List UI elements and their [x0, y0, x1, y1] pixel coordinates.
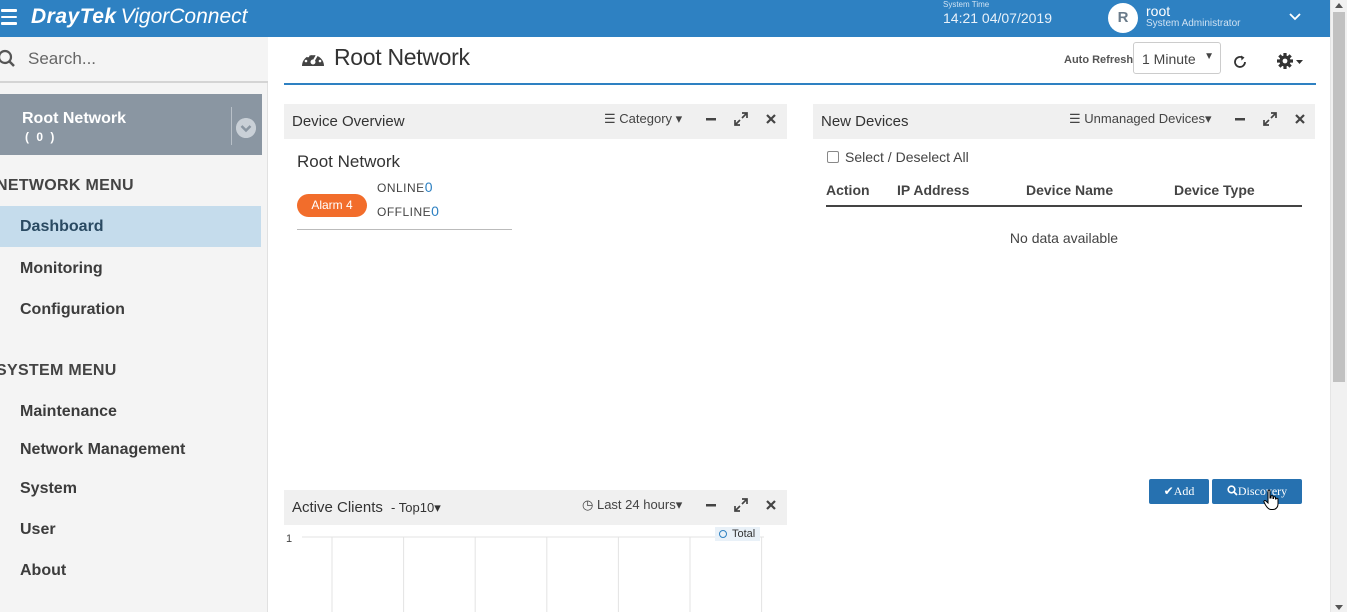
legend-label-total: Total	[732, 528, 756, 540]
search-bar	[0, 37, 268, 83]
system-time-caption: System Time	[943, 0, 990, 9]
sidebar-item-maintenance[interactable]: Maintenance	[0, 391, 261, 432]
root-network-count: ( 0 )	[25, 130, 57, 144]
system-menu-heading: SYSTEM MENU	[0, 362, 117, 379]
close-icon[interactable]	[1293, 112, 1307, 126]
dashboard-icon	[302, 52, 324, 66]
online-count[interactable]: 0	[425, 179, 433, 195]
auto-refresh-select[interactable]: 1 Minute ▼	[1133, 42, 1221, 74]
hamburger-menu-icon[interactable]	[1, 9, 17, 27]
column-header-device-name[interactable]: Device Name	[1026, 182, 1113, 198]
column-header-device-type[interactable]: Device Type	[1174, 182, 1255, 198]
auto-refresh-value: 1 Minute	[1142, 51, 1196, 67]
select-all-checkbox[interactable]	[827, 151, 839, 163]
legend-marker-icon	[719, 530, 727, 538]
online-status: ONLINE0	[377, 179, 433, 195]
divider	[297, 229, 512, 230]
hand-cursor-icon	[1263, 489, 1279, 510]
close-icon[interactable]	[764, 112, 778, 126]
top-bar: DrayTek VigorConnect System Time 14:21 04…	[0, 0, 1330, 37]
search-icon	[1227, 485, 1238, 496]
column-header-action[interactable]: Action	[826, 182, 870, 198]
category-dropdown[interactable]: ☰ Category ▾	[604, 111, 682, 127]
time-range-dropdown[interactable]: ◷ Last 24 hours▾	[582, 497, 682, 513]
add-button[interactable]: ✔Add	[1149, 479, 1209, 504]
sidebar-item-user[interactable]: User	[0, 509, 261, 550]
alarm-badge[interactable]: Alarm 4	[297, 194, 367, 217]
app-logo: DrayTek VigorConnect	[31, 5, 247, 29]
sidebar-item-dashboard[interactable]: Dashboard	[0, 206, 261, 247]
new-devices-title: New Devices	[821, 113, 909, 130]
sidebar-item-network-management[interactable]: Network Management	[0, 429, 261, 470]
unmanaged-devices-dropdown[interactable]: ☰ Unmanaged Devices▾	[1069, 111, 1212, 127]
clock-icon: ◷	[582, 497, 594, 512]
offline-label: OFFLINE	[377, 205, 432, 219]
expand-icon[interactable]	[734, 498, 748, 512]
chevron-down-icon[interactable]	[236, 118, 256, 138]
network-name: Root Network	[297, 152, 400, 171]
select-all-label: Select / Deselect All	[845, 149, 969, 165]
page-title: Root Network	[334, 44, 470, 70]
active-clients-label: Active Clients	[292, 499, 383, 516]
search-input[interactable]	[28, 46, 253, 72]
table-header-divider	[826, 205, 1302, 207]
sidebar: Root Network ( 0 ) NETWORK MENU Dashboar…	[0, 37, 268, 612]
active-clients-chart: 1	[286, 533, 764, 612]
device-overview-header: Device Overview ☰ Category ▾	[284, 104, 787, 139]
divider	[231, 107, 232, 145]
gear-icon[interactable]	[1276, 52, 1304, 70]
expand-icon[interactable]	[1263, 112, 1277, 126]
expand-icon[interactable]	[734, 112, 748, 126]
avatar[interactable]: R	[1108, 3, 1138, 33]
sidebar-item-configuration[interactable]: Configuration	[0, 289, 261, 330]
minimize-icon[interactable]	[1233, 112, 1247, 126]
header-divider	[284, 83, 1316, 85]
column-header-ip-address[interactable]: IP Address	[897, 182, 969, 198]
active-clients-header: Active Clients - Top10▾ ◷ Last 24 hours▾	[284, 490, 787, 525]
page-scrollbar[interactable]	[1330, 0, 1347, 612]
top10-dropdown-label: - Top10	[391, 500, 435, 515]
auto-refresh-label: Auto Refresh:	[1064, 54, 1137, 66]
minimize-icon[interactable]	[704, 498, 718, 512]
sidebar-item-monitoring[interactable]: Monitoring	[0, 248, 261, 289]
sidebar-item-about[interactable]: About	[0, 550, 261, 591]
offline-count[interactable]: 0	[431, 203, 439, 219]
discovery-button[interactable]: Discovery	[1212, 479, 1302, 504]
time-range-label: Last 24 hours	[596, 497, 676, 512]
active-clients-title: Active Clients - Top10▾	[292, 499, 441, 516]
scroll-up-icon[interactable]	[1335, 3, 1343, 8]
device-overview-title: Device Overview	[292, 113, 405, 130]
root-network-selector[interactable]: Root Network ( 0 )	[0, 94, 262, 155]
system-time: 14:21 04/07/2019	[943, 10, 1052, 26]
scrollbar-thumb[interactable]	[1333, 12, 1345, 382]
unmanaged-devices-label: Unmanaged Devices	[1084, 111, 1205, 126]
user-name[interactable]: root	[1146, 3, 1170, 19]
root-network-title: Root Network	[22, 110, 126, 127]
network-menu-heading: NETWORK MENU	[0, 177, 134, 194]
sidebar-item-system[interactable]: System	[0, 468, 261, 509]
product-name: VigorConnect	[120, 5, 248, 28]
scroll-down-icon[interactable]	[1335, 605, 1343, 610]
brand-name: DrayTek	[31, 5, 117, 28]
refresh-icon[interactable]	[1232, 54, 1248, 70]
category-dropdown-label: Category	[619, 111, 673, 126]
close-icon[interactable]	[764, 498, 778, 512]
minimize-icon[interactable]	[704, 112, 718, 126]
new-devices-header: New Devices ☰ Unmanaged Devices▾	[813, 104, 1315, 139]
chevron-down-icon[interactable]	[1288, 10, 1302, 24]
y-tick-label: 1	[286, 533, 292, 545]
top10-dropdown[interactable]: - Top10▾	[391, 500, 441, 515]
select-all-row[interactable]: Select / Deselect All	[827, 149, 969, 165]
user-role: System Administrator	[1146, 18, 1241, 29]
chart-legend[interactable]: Total	[715, 527, 761, 541]
online-label: ONLINE	[377, 181, 425, 195]
check-icon: ✔	[1163, 484, 1174, 498]
add-button-label: Add	[1173, 484, 1195, 498]
empty-table-message: No data available	[1009, 230, 1119, 246]
search-icon	[0, 49, 15, 67]
caret-down-icon: ▼	[1204, 51, 1214, 62]
offline-status: OFFLINE0	[377, 203, 439, 219]
